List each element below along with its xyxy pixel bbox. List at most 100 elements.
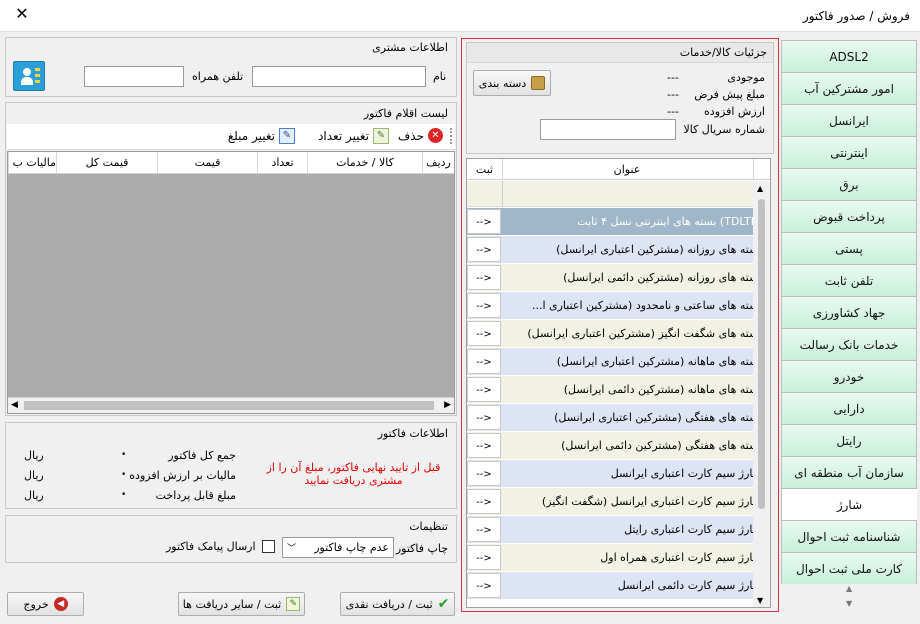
other-payment-button[interactable]: ✎ ثبت / سایر دریافت ها <box>178 592 305 616</box>
select-arrow-button[interactable]: --> <box>467 545 501 570</box>
amount-edit-icon: ✎ <box>279 128 295 144</box>
select-arrow-button[interactable]: --> <box>467 377 501 402</box>
name-field[interactable] <box>252 66 426 87</box>
print-label: چاپ فاکتور <box>395 542 448 555</box>
product-title: بسته های هفتگی (مشترکین دائمی ایرانسل) <box>561 439 762 452</box>
contact-card-icon[interactable] <box>13 61 45 91</box>
cash-payment-label: ثبت / دریافت نقدی <box>345 597 433 611</box>
stock-value: --- <box>667 71 679 84</box>
tabs-scroll-up-icon[interactable]: ▲ <box>846 584 852 593</box>
select-arrow-button[interactable]: --> <box>467 461 501 486</box>
select-arrow-button[interactable]: --> <box>467 237 501 262</box>
tab-item[interactable]: دارایی <box>781 392 917 424</box>
tab-item[interactable]: شناسنامه ثبت احوال <box>781 520 917 552</box>
hscroll-thumb[interactable] <box>24 401 434 410</box>
product-row[interactable]: --> شارژ سیم کارت اعتباری ایرانسل (شگفت ا… <box>467 488 766 516</box>
product-row[interactable]: --> شارژ سیم کارت اعتباری رایتل <box>467 516 766 544</box>
chevron-down-icon[interactable]: ﹀ <box>287 541 296 554</box>
select-arrow-button[interactable]: --> <box>467 405 501 430</box>
close-icon[interactable]: ✕ <box>12 4 32 23</box>
sms-checkbox[interactable] <box>262 540 275 553</box>
tab-item[interactable]: امور مشترکین آب <box>781 72 917 104</box>
product-row[interactable]: --> بسته های هفتگی (مشترکین دائمی ایرانسل… <box>467 432 766 460</box>
product-title: بسته های ماهانه (مشترکین اعتباری ایرانسل… <box>556 355 762 368</box>
col-total: قیمت کل <box>56 152 157 174</box>
select-arrow-button[interactable]: --> <box>467 321 501 346</box>
tab-item[interactable]: شارژ <box>781 488 917 520</box>
change-qty-button[interactable]: ✎ تغییر تعداد <box>318 128 389 144</box>
product-row[interactable]: --> (TDLTE) بسته های اینترنتی نسل ۴ ثابت <box>467 208 766 236</box>
details-frame: جزئیات کالا/خدمات دسته بندی موجودی مبلغ … <box>461 38 779 612</box>
tab-item[interactable]: پرداخت قبوض <box>781 200 917 232</box>
product-row[interactable]: --> شارژ سیم کارت اعتباری همراه اول <box>467 544 766 572</box>
product-row[interactable]: --> بسته های شگفت انگیز (مشترکین اعتباری … <box>467 320 766 348</box>
product-title: شارژ سیم کارت اعتباری ایرانسل (شگفت انگی… <box>541 495 762 508</box>
phone-field[interactable] <box>84 66 184 87</box>
items-table: ردیف کالا / خدمات تعداد قیمت قیمت کل مال… <box>7 151 455 414</box>
col-price: قیمت <box>157 152 257 174</box>
col-row: ردیف <box>422 152 454 174</box>
delete-button[interactable]: ✕ حذف <box>398 128 443 143</box>
select-arrow-button[interactable]: --> <box>467 349 501 374</box>
col-product: کالا / خدمات <box>307 152 422 174</box>
select-arrow-button[interactable]: --> <box>467 433 501 458</box>
serial-label: شماره سریال کالا <box>683 123 765 136</box>
invoice-panel: اطلاعات فاکتور جمع کل فاکتور مالیات بر ا… <box>5 422 457 509</box>
tab-item[interactable]: جهاد کشاورزی <box>781 296 917 328</box>
select-arrow-button[interactable]: --> <box>467 573 501 598</box>
select-arrow-button[interactable]: --> <box>467 265 501 290</box>
settings-panel-title: تنظیمات <box>409 520 448 533</box>
tab-item[interactable]: خدمات بانک رسالت <box>781 328 917 360</box>
details-panel: جزئیات کالا/خدمات دسته بندی موجودی مبلغ … <box>466 42 774 154</box>
product-title: (TDLTE) بسته های اینترنتی نسل ۴ ثابت <box>577 215 762 228</box>
print-select-value: عدم چاپ فاکتور <box>314 541 389 554</box>
category-icon <box>531 76 546 90</box>
tab-item[interactable]: ایرانسل <box>781 104 917 136</box>
scroll-up-icon[interactable]: ▲ <box>757 184 763 193</box>
tab-item[interactable]: خودرو <box>781 360 917 392</box>
tab-item[interactable]: برق <box>781 168 917 200</box>
product-row[interactable]: --> بسته های روزانه (مشترکین اعتباری ایرا… <box>467 236 766 264</box>
tab-item[interactable]: سازمان آب منطقه ای <box>781 456 917 488</box>
tab-item[interactable]: پستی <box>781 232 917 264</box>
filter-cell <box>467 181 503 207</box>
cash-payment-button[interactable]: ✔ ثبت / دریافت نقدی <box>340 592 455 616</box>
vscroll-thumb[interactable] <box>758 199 765 509</box>
checkmark-icon: ✔ <box>437 596 450 612</box>
product-row[interactable]: --> شارژ سیم کارت دائمی ایرانسل <box>467 572 766 600</box>
tab-item[interactable]: اینترنتی <box>781 136 917 168</box>
tab-item[interactable]: ADSL2 <box>781 40 917 72</box>
product-row[interactable]: --> بسته های روزانه (مشترکین دائمی ایرانس… <box>467 264 766 292</box>
invoice-panel-title: اطلاعات فاکتور <box>377 427 448 440</box>
select-arrow-button[interactable]: --> <box>467 293 501 318</box>
scroll-left-icon[interactable]: ◀ <box>11 400 18 410</box>
scroll-right-icon[interactable]: ▶ <box>444 400 451 410</box>
product-row[interactable]: --> شارژ سیم کارت اعتباری ایرانسل <box>467 460 766 488</box>
product-row[interactable]: --> بسته های هفتگی (مشترکین اعتباری ایران… <box>467 404 766 432</box>
product-row[interactable]: --> بسته های ماهانه (مشترکین دائمی ایرانس… <box>467 376 766 404</box>
tab-item[interactable]: تلفن ثابت <box>781 264 917 296</box>
items-hscrollbar[interactable]: ◀ ▶ <box>8 397 454 413</box>
exit-button[interactable]: ◀ خروج <box>7 592 84 616</box>
select-arrow-button[interactable]: --> <box>467 517 501 542</box>
select-arrow-button[interactable]: --> <box>467 209 501 234</box>
exit-label: خروج <box>23 597 49 611</box>
product-row[interactable]: --> بسته های ماهانه (مشترکین اعتباری ایرا… <box>467 348 766 376</box>
vat-detail-label: ارزش افزوده <box>704 105 765 118</box>
filter-row[interactable] <box>467 181 753 207</box>
customer-panel-title: اطلاعات مشتری <box>372 41 448 54</box>
product-list-header: ثبت عنوان <box>467 159 770 180</box>
serial-field[interactable] <box>540 119 676 140</box>
category-button[interactable]: دسته بندی <box>473 70 551 96</box>
tabs-scroll-down-icon[interactable]: ▼ <box>846 599 852 608</box>
product-row[interactable]: --> بسته های ساعتی و نامحدود (مشترکین اعت… <box>467 292 766 320</box>
tab-item[interactable]: کارت ملی ثبت احوال <box>781 552 917 584</box>
change-amount-button[interactable]: ✎ تغییر مبلغ <box>228 128 295 144</box>
tab-item[interactable]: رایتل <box>781 424 917 456</box>
product-title: بسته های ساعتی و نامحدود (مشترکین اعتبار… <box>531 299 762 312</box>
details-title-bar: جزئیات کالا/خدمات <box>467 43 773 63</box>
product-vscrollbar[interactable]: ▲ ▼ <box>753 181 770 607</box>
select-arrow-button[interactable]: --> <box>467 489 501 514</box>
print-select[interactable]: عدم چاپ فاکتور ﹀ <box>282 537 394 558</box>
scroll-down-icon[interactable]: ▼ <box>757 596 763 605</box>
